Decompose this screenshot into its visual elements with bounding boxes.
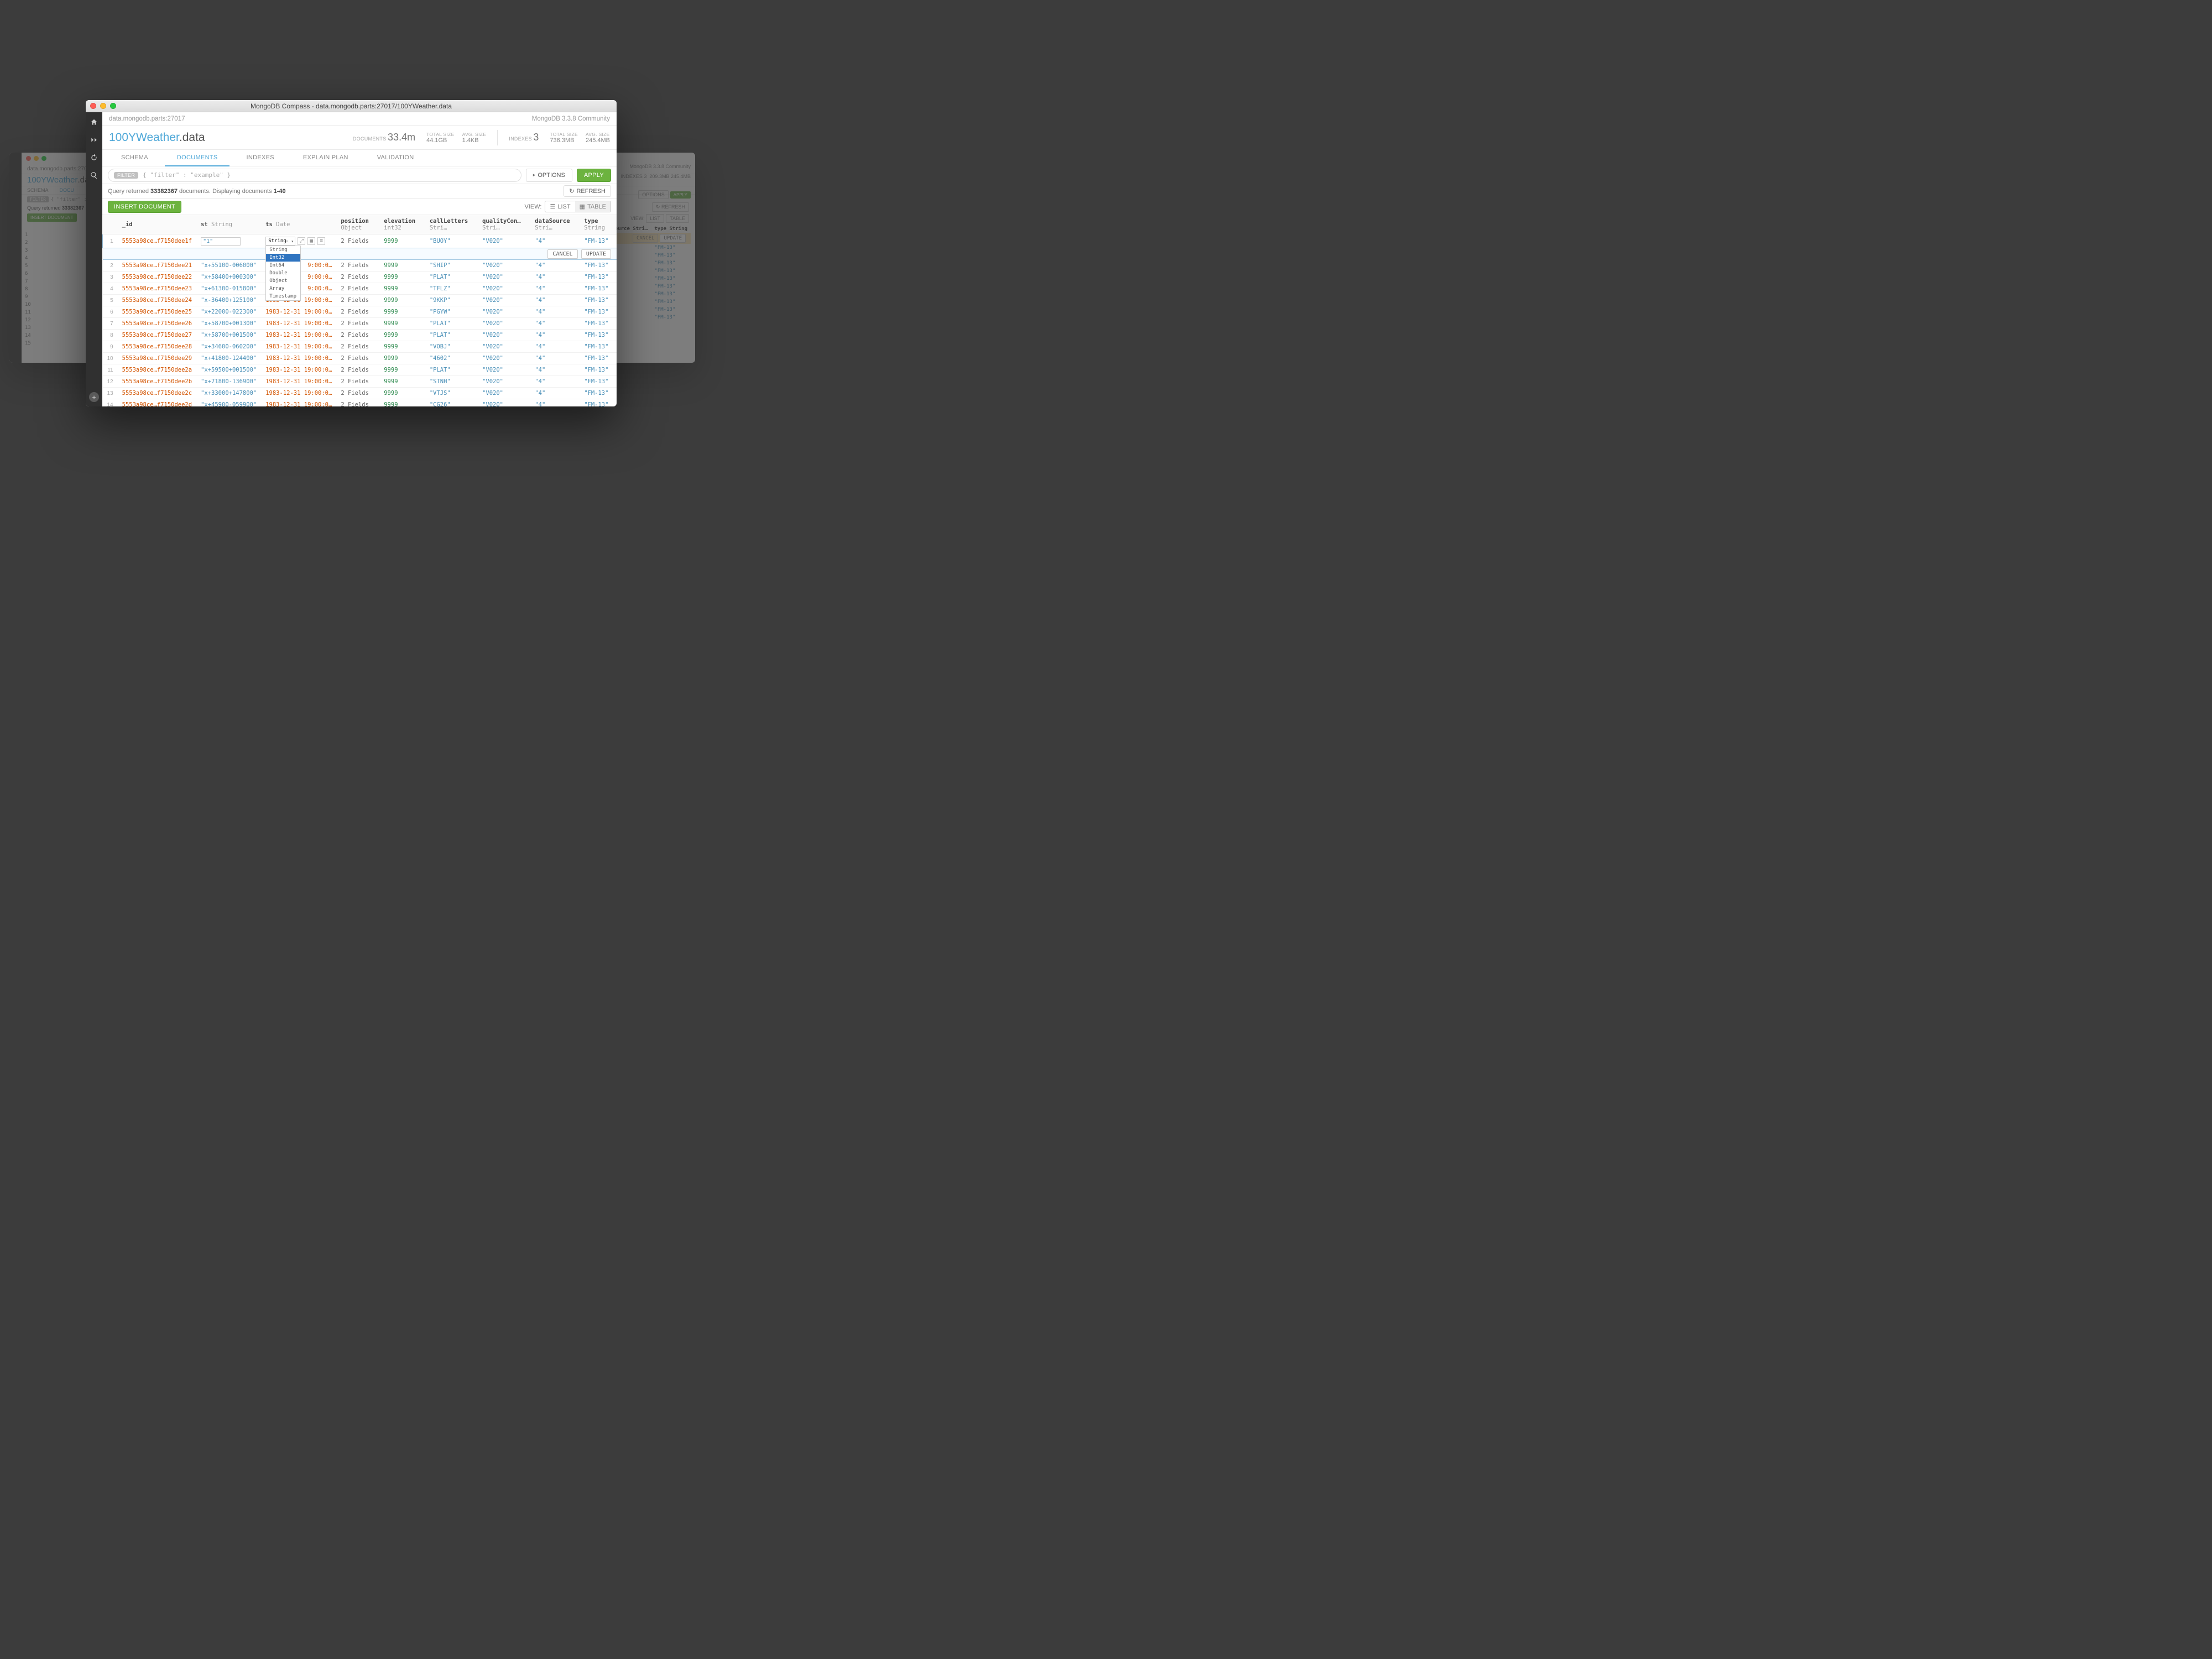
zoom-icon[interactable] — [110, 103, 116, 109]
col-st[interactable]: st String — [196, 215, 261, 234]
table-row[interactable]: 75553a98ce…f7150dee26"x+58700+001300"198… — [103, 318, 617, 330]
table-row[interactable]: 145553a98ce…f7150dee2d"x+45900-059900"19… — [103, 399, 617, 407]
col-type[interactable]: type String — [580, 215, 617, 234]
collapse-icon[interactable] — [86, 133, 102, 147]
search-icon[interactable] — [86, 169, 102, 182]
tabs: SCHEMA DOCUMENTSINDEXES EXPLAIN PLANVALIDA… — [102, 150, 617, 166]
cancel-button[interactable]: CANCEL — [547, 249, 577, 259]
table-row[interactable]: 65553a98ce…f7150dee25"x+22000-022300"198… — [103, 306, 617, 318]
app-window: MongoDB Compass - data.mongodb.parts:270… — [86, 100, 617, 406]
col-qualityCon…[interactable]: qualityCon… Stri… — [478, 215, 530, 234]
breadcrumb[interactable]: data.mongodb.parts:27017 — [109, 116, 185, 122]
window-title: MongoDB Compass - data.mongodb.parts:270… — [251, 102, 452, 110]
col-callLetters[interactable]: callLetters Stri… — [425, 215, 478, 234]
refresh-button[interactable]: ↻ REFRESH — [564, 185, 611, 197]
menu-icon[interactable]: ≡ — [317, 237, 325, 245]
col-position[interactable]: position Object — [336, 215, 379, 234]
col-dataSource[interactable]: dataSource Stri… — [530, 215, 580, 234]
titlebar[interactable]: MongoDB Compass - data.mongodb.parts:270… — [86, 100, 617, 112]
sidebar: + — [86, 112, 102, 406]
tab-schema[interactable]: SCHEMA — [109, 150, 160, 166]
home-icon[interactable] — [86, 116, 102, 129]
add-button[interactable]: + — [89, 392, 99, 402]
table-row[interactable]: 45553a98ce…f7150dee23"x+61300-015800"198… — [103, 283, 617, 295]
table-row[interactable]: 105553a98ce…f7150dee29"x+41800-124400"19… — [103, 353, 617, 364]
insert-document-button[interactable]: INSERT DOCUMENT — [108, 201, 181, 213]
tab-indexes[interactable]: INDEXES — [234, 150, 286, 166]
update-button[interactable]: UPDATE — [581, 249, 611, 259]
tab-documents[interactable]: DOCUMENTS — [165, 150, 230, 166]
table-row[interactable]: 85553a98ce…f7150dee27"x+58700+001500"198… — [103, 330, 617, 341]
apply-button[interactable]: APPLY — [577, 169, 611, 182]
stat-documents: DOCUMENTS 33.4m — [353, 132, 415, 143]
filter-input[interactable]: FILTER { "filter" : "example" } — [108, 169, 521, 182]
table-row[interactable]: 35553a98ce…f7150dee22"x+58400+000300"198… — [103, 272, 617, 283]
grid-icon[interactable]: ▦ — [307, 237, 315, 245]
filter-placeholder: { "filter" : "example" } — [143, 171, 231, 179]
type-select[interactable]: String⌕ — [265, 237, 295, 246]
stat-indexes: INDEXES 3 — [509, 132, 539, 143]
expand-icon[interactable]: ⤢ — [298, 237, 305, 245]
view-label: VIEW: — [524, 204, 541, 210]
options-button[interactable]: OPTIONS — [526, 169, 572, 182]
edit-st-input[interactable] — [201, 237, 241, 246]
query-summary: Query returned 33382367 documents. Displ… — [108, 188, 286, 195]
tab-validation[interactable]: VALIDATION — [365, 150, 426, 166]
col-elevation[interactable]: elevation int32 — [379, 215, 425, 234]
close-icon[interactable] — [90, 103, 96, 109]
table-row[interactable]: 135553a98ce…f7150dee2c"x+33000+147800"19… — [103, 388, 617, 399]
view-list-button[interactable]: ☰ LIST — [545, 201, 575, 212]
col-ts[interactable]: ts Date — [261, 215, 336, 234]
type-dropdown[interactable]: StringInt32Int64DoubleObjectArrayTimesta… — [265, 246, 301, 301]
traffic-lights[interactable] — [90, 103, 116, 109]
data-table: _id st Stringts Dateposition Objecteleva… — [102, 215, 617, 406]
col-_id[interactable]: _id — [118, 215, 196, 234]
minimize-icon[interactable] — [100, 103, 106, 109]
server-info: MongoDB 3.3.8 Community — [532, 116, 610, 122]
table-row[interactable]: 25553a98ce…f7150dee21"x+55100-006000"198… — [103, 260, 617, 272]
table-row[interactable]: 95553a98ce…f7150dee28"x+34600-060200"198… — [103, 341, 617, 353]
view-table-button[interactable]: ▦ TABLE — [575, 201, 611, 212]
refresh-icon[interactable] — [86, 151, 102, 164]
table-row[interactable]: 125553a98ce…f7150dee2b"x+71800-136900"19… — [103, 376, 617, 388]
table-row[interactable]: 115553a98ce…f7150dee2a"x+59500+001500"19… — [103, 364, 617, 376]
stats-row: 100YWeather.data DOCUMENTS 33.4m TOTAL S… — [102, 126, 617, 150]
namespace-title: 100YWeather.data — [109, 131, 205, 144]
tab-explain-plan[interactable]: EXPLAIN PLAN — [291, 150, 361, 166]
table-row[interactable]: 55553a98ce…f7150dee24"x-36400+125100"198… — [103, 295, 617, 306]
